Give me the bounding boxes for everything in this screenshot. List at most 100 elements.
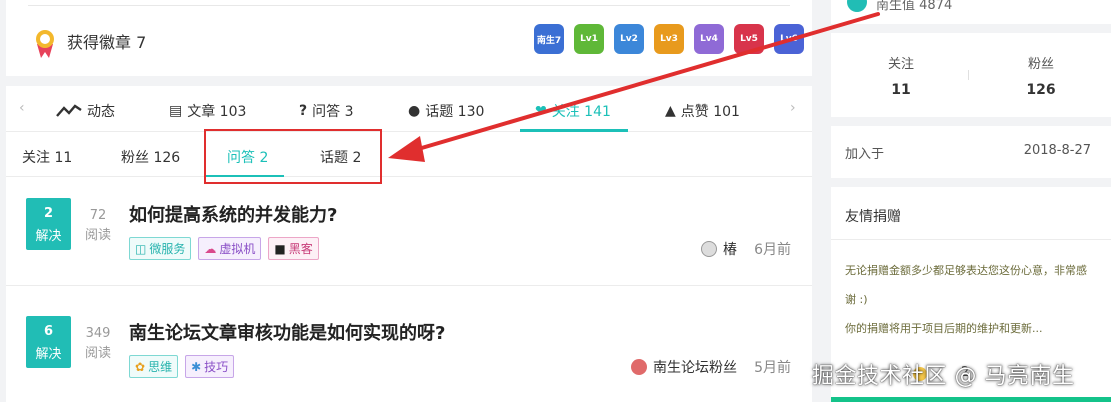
thumb-icon: ▲: [665, 103, 676, 119]
following-stat[interactable]: 关注 11: [831, 53, 971, 98]
tab-label: 问答 3: [312, 104, 354, 120]
tag-list: ◫ 微服务 ☁ 虚拟机 ■ 黑客: [129, 237, 319, 260]
article-icon: ▤: [169, 103, 183, 119]
active-tab-indicator: [520, 129, 628, 132]
score-icon: [847, 0, 867, 12]
tag-label: 技巧: [204, 360, 229, 374]
answer-count-badge: 2 解决: [26, 198, 71, 250]
answer-status: 解决: [35, 229, 62, 244]
answer-count: 2: [43, 206, 54, 221]
tab-label: 文章 103: [187, 104, 247, 120]
stat-value: 11: [891, 82, 911, 98]
trend-icon: [56, 104, 82, 117]
subtab-follow[interactable]: 关注 11: [22, 147, 72, 167]
tips-icon: ✱: [191, 359, 202, 374]
tag-label: 黑客: [288, 242, 313, 256]
badges-label: 获得徽章 7: [67, 33, 147, 52]
question-title[interactable]: 南生论坛文章审核功能是如何实现的呀?: [129, 319, 445, 345]
tab-label: 话题 130: [425, 104, 485, 120]
read-label: 阅读: [84, 346, 111, 361]
tag-list: ✿ 思维 ✱ 技巧: [129, 355, 235, 378]
avatar: [631, 359, 647, 375]
read-label: 阅读: [84, 228, 111, 243]
answer-count-badge: 6 解决: [26, 316, 71, 368]
server-icon: ◫: [135, 241, 147, 256]
divider: [968, 70, 969, 80]
read-number: 349: [85, 326, 111, 341]
joined-card: 加入于 2018-8-27: [831, 126, 1111, 178]
chevron-right-icon[interactable]: ›: [790, 100, 796, 116]
badges-card: 获得徽章 7 南生7 Lv1 Lv2 Lv3 Lv4 Lv5 Lv6: [6, 0, 812, 76]
tab-articles[interactable]: ▤ 文章 103: [169, 101, 246, 121]
subtab-fans[interactable]: 粉丝 126: [121, 147, 180, 167]
follow-stats-card: 关注 11 粉丝 126: [831, 33, 1111, 117]
tab-label: 关注 141: [551, 104, 611, 120]
question-item[interactable]: 6 解决 349 阅读 南生论坛文章审核功能是如何实现的呀? ✿ 思维 ✱ 技巧 南…: [6, 285, 812, 391]
donate-header: 友情捐赠: [831, 187, 1111, 240]
donate-text: 无论捐赠金额多少都足够表达您这份心意，非常感谢 :) 你的捐赠将用于项目后期的维…: [845, 256, 1090, 343]
divider: [28, 5, 790, 6]
tag-label: 虚拟机: [219, 242, 256, 256]
answer-status: 解决: [35, 347, 62, 362]
sub-tab-bar: 关注 11 粉丝 126 问答 2 话题 2: [6, 133, 812, 177]
tag[interactable]: ☁ 虚拟机: [198, 237, 262, 260]
read-number: 72: [89, 208, 107, 223]
tag-label: 思维: [148, 360, 173, 374]
badge-icon[interactable]: Lv1: [574, 24, 604, 54]
tab-label: 点赞 101: [680, 104, 740, 120]
stat-value: 126: [1026, 82, 1056, 98]
brain-icon: ✿: [135, 359, 146, 374]
chevron-left-icon[interactable]: ‹: [19, 100, 25, 116]
chat-icon: ●: [408, 103, 421, 119]
question-author[interactable]: 椿: [701, 239, 737, 259]
question-title[interactable]: 如何提高系统的并发能力?: [129, 201, 337, 227]
donate-thanks: 无论捐赠金额多少都足够表达您这份心意，非常感谢 :): [845, 264, 1087, 306]
tag-label: 微服务: [149, 242, 186, 256]
stat-label: 粉丝: [1027, 57, 1054, 72]
heart-icon: ❤: [535, 103, 547, 119]
tab-following[interactable]: ❤ 关注 141: [535, 101, 611, 121]
question-time: 5月前: [754, 360, 791, 376]
tab-questions[interactable]: ? 问答 3: [299, 101, 353, 121]
tag[interactable]: ◫ 微服务: [129, 237, 192, 260]
profile-content-card: ‹ 动态 ▤ 文章 103 ? 问答 3 ● 话题 130 ❤ 关注 141 ▲…: [6, 86, 812, 402]
badge-icon[interactable]: Lv6: [774, 24, 804, 54]
joined-date: 2018-8-27: [1023, 143, 1091, 158]
answer-count: 6: [43, 324, 54, 339]
score-card: 南生值 4874: [831, 0, 1111, 24]
badge-icon[interactable]: 南生7: [534, 24, 564, 54]
tab-likes[interactable]: ▲ 点赞 101: [665, 101, 740, 121]
donate-button-bar[interactable]: [831, 397, 1111, 402]
read-count: 349 阅读: [78, 324, 118, 364]
annotation-highlight-box: [204, 129, 382, 184]
donate-title: 友情捐赠: [845, 209, 901, 225]
author-name: 椿: [723, 242, 737, 258]
stat-label: 关注: [887, 57, 914, 72]
question-time: 6月前: [754, 242, 791, 258]
tab-label: 动态: [87, 104, 115, 120]
score-text: 南生值 4874: [876, 0, 953, 13]
tab-topics[interactable]: ● 话题 130: [408, 101, 484, 121]
hacker-icon: ■: [274, 241, 286, 256]
badge-list: 南生7 Lv1 Lv2 Lv3 Lv4 Lv5 Lv6: [534, 24, 804, 54]
watermark: 掘金技术社区 @ 马亮南生: [812, 364, 1075, 389]
medal-icon: [36, 30, 54, 58]
donate-purpose: 你的捐赠将用于项目后期的维护和更新...: [845, 322, 1043, 335]
main-tab-bar: ‹ 动态 ▤ 文章 103 ? 问答 3 ● 话题 130 ❤ 关注 141 ▲…: [6, 86, 812, 132]
cloud-icon: ☁: [204, 241, 217, 256]
joined-label: 加入于: [845, 147, 885, 162]
tag[interactable]: ■ 黑客: [268, 237, 319, 260]
tag[interactable]: ✿ 思维: [129, 355, 179, 378]
question-icon: ?: [299, 103, 308, 119]
tab-activity[interactable]: 动态: [56, 101, 115, 121]
fans-stat[interactable]: 粉丝 126: [971, 53, 1111, 98]
question-author[interactable]: 南生论坛粉丝: [631, 357, 737, 377]
badge-icon[interactable]: Lv3: [654, 24, 684, 54]
badge-icon[interactable]: Lv5: [734, 24, 764, 54]
badge-icon[interactable]: Lv2: [614, 24, 644, 54]
author-name: 南生论坛粉丝: [653, 360, 737, 376]
tag[interactable]: ✱ 技巧: [185, 355, 235, 378]
badge-icon[interactable]: Lv4: [694, 24, 724, 54]
avatar: [701, 241, 717, 257]
question-item[interactable]: 2 解决 72 阅读 如何提高系统的并发能力? ◫ 微服务 ☁ 虚拟机 ■ 黑客 椿 …: [6, 178, 812, 284]
